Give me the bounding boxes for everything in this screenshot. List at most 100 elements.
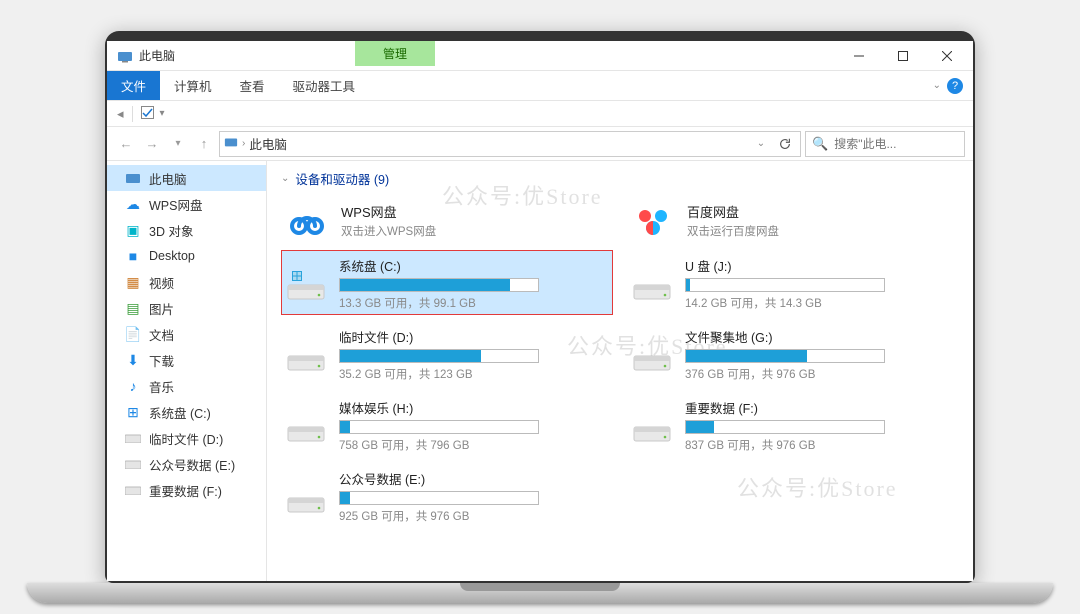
breadcrumb-bar[interactable]: › 此电脑 ⌄ [219,131,801,157]
nav-item-label: 重要数据 (F:) [149,481,222,500]
drive-item[interactable]: 重要数据 (F:)837 GB 可用，共 976 GB [627,392,959,457]
ribbon-collapse-icon[interactable]: ⌄ [933,80,941,91]
drive-usage-bar [339,278,539,292]
drive-icon [125,430,141,446]
address-bar: ← → ▾ ↑ › 此电脑 ⌄ 🔍 [107,127,973,161]
help-icon[interactable]: ? [947,78,963,94]
nav-item-label: 临时文件 (D:) [149,429,223,448]
nav-back-button[interactable]: ← [115,133,137,155]
item-subtitle: 双击运行百度网盘 [687,223,779,239]
drive-name: U 盘 (J:) [685,256,955,275]
nav-item-label: 此电脑 [149,169,187,188]
drive-usage-bar [339,420,539,434]
drive-free-text: 13.3 GB 可用，共 99.1 GB [339,295,609,311]
nav-item[interactable]: ▤图片 [107,295,266,321]
drive-name: 系统盘 (C:) [339,256,609,275]
nav-pane: 此电脑 ☁WPS网盘 ▣ 3D 对象 ■ Desktop ▦ 视频 ▤图片📄文档⬇下载♪音乐⊞系… [107,161,267,581]
drive-name: 临时文件 (D:) [339,327,609,346]
nav-item-label: 系统盘 (C:) [149,403,211,422]
nav-item[interactable]: 临时文件 (D:) [107,425,266,451]
drive-icon [285,336,327,372]
nav-item[interactable]: 📄文档 [107,321,266,347]
drive-usage-bar [685,349,885,363]
nav-item-label: 视频 [149,273,174,292]
item-name: 百度网盘 [687,202,779,221]
address-dropdown-icon[interactable]: ⌄ [750,133,772,155]
drive-item[interactable]: 媒体娱乐 (H:) 758 GB 可用，共 796 GB [281,392,613,457]
refresh-button[interactable] [774,133,796,155]
drive-icon [631,407,673,443]
checkbox-icon[interactable] [141,106,154,122]
search-box[interactable]: 🔍 [805,131,965,157]
nav-item[interactable]: 此电脑 [107,165,266,191]
drive-name: 文件聚集地 (G:) [685,327,955,346]
drive-icon [125,482,141,498]
nav-item-label: WPS网盘 [149,195,202,214]
window-title: 此电脑 [139,47,175,64]
drive-free-text: 376 GB 可用，共 976 GB [685,366,955,382]
video-icon: ▦ [125,274,141,290]
nav-item[interactable]: ▣ 3D 对象 [107,217,266,243]
drive-item[interactable]: U 盘 (J:) 14.2 GB 可用，共 14.3 GB [627,250,959,315]
context-tab[interactable]: 管理 [355,41,435,66]
cloud-item[interactable]: WPS网盘双击进入WPS网盘 [281,192,613,248]
desktop-icon: ■ [125,248,141,264]
drive-free-text: 35.2 GB 可用，共 123 GB [339,366,609,382]
nav-item[interactable]: ⊞系统盘 (C:) [107,399,266,425]
nav-item[interactable]: ♪音乐 [107,373,266,399]
drive-icon [285,478,327,514]
drive-free-text: 925 GB 可用，共 976 GB [339,508,609,524]
maximize-button[interactable] [881,41,925,71]
cloud-item[interactable]: 百度网盘双击运行百度网盘 [627,192,959,248]
drive-usage-bar [339,491,539,505]
nav-item-label: 3D 对象 [149,221,193,240]
drive-name: 公众号数据 (E:) [339,469,609,488]
drive-icon [631,336,673,372]
item-name: WPS网盘 [341,202,436,221]
minimize-button[interactable] [837,41,881,71]
nav-item-label: Desktop [149,249,195,263]
chevron-down-icon: ⌄ [281,173,289,184]
ribbon-tab[interactable]: 驱动器工具 [279,71,370,100]
nav-item[interactable]: ☁WPS网盘 [107,191,266,217]
group-header[interactable]: ⌄ 设备和驱动器 (9) [281,167,973,192]
drive-name: 媒体娱乐 (H:) [339,398,609,417]
nav-item-label: 公众号数据 (E:) [149,455,235,474]
nav-item-label: 音乐 [149,377,174,396]
drive-item[interactable]: 临时文件 (D:) 35.2 GB 可用，共 123 GB [281,321,613,386]
ribbon-tab[interactable]: 计算机 [160,71,226,100]
drive-item[interactable]: 系统盘 (C:) 13.3 GB 可用，共 99.1 GB [281,250,613,315]
nav-item[interactable]: ⬇下载 [107,347,266,373]
ribbon-tab[interactable]: 查看 [226,71,279,100]
drive-name: 重要数据 (F:) [685,398,955,417]
chevron-down-icon[interactable]: ▾ [160,108,165,119]
wps-icon [285,198,329,242]
app-icon [117,48,133,64]
content-pane: 公众号:优Store公众号:优Store公众号:优Store ⌄ 设备和驱动器 … [267,161,973,581]
drive-free-text: 758 GB 可用，共 796 GB [339,437,609,453]
close-button[interactable] [925,41,969,71]
breadcrumb[interactable]: 此电脑 [249,134,287,153]
nav-item-label: 下载 [149,351,174,370]
group-title: 设备和驱动器 (9) [295,169,389,188]
drive-usage-bar [685,278,885,292]
nav-item[interactable]: 公众号数据 (E:) [107,451,266,477]
nav-item[interactable]: ■ Desktop [107,243,266,269]
cube-icon: ▣ [125,222,141,238]
nav-item[interactable]: 重要数据 (F:) [107,477,266,503]
nav-item[interactable]: ▦ 视频 [107,269,266,295]
explorer-window: 此电脑 管理 文件计算机查看驱动器工具 ⌄ ? ◂ ▾ ← [107,41,973,581]
chevron-left-icon[interactable]: ◂ [117,106,124,122]
drive-usage-bar [339,349,539,363]
drive-free-text: 14.2 GB 可用，共 14.3 GB [685,295,955,311]
search-input[interactable] [834,137,958,151]
drive-usage-bar [685,420,885,434]
nav-recent-button[interactable]: ▾ [167,133,189,155]
nav-up-button[interactable]: ↑ [193,133,215,155]
ribbon-tab[interactable]: 文件 [107,71,160,100]
nav-forward-button[interactable]: → [141,133,163,155]
drive-item[interactable]: 公众号数据 (E:) 925 GB 可用，共 976 GB [281,463,613,528]
drive-item[interactable]: 文件聚集地 (G:) 376 GB 可用，共 976 GB [627,321,959,386]
nav-item-label: 文档 [149,325,174,344]
drive-icon [285,407,327,443]
